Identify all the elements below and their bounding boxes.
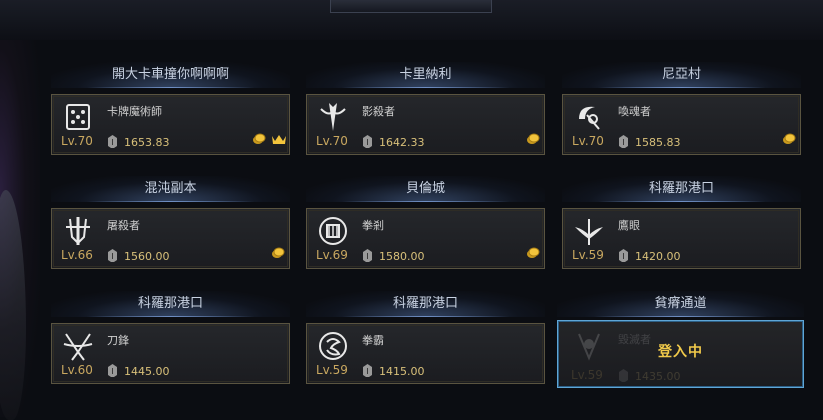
class-name: 刀鋒 — [107, 334, 129, 347]
top-frame — [0, 0, 823, 40]
shadowhunter-emblem-icon — [317, 101, 349, 133]
character-card[interactable]: 屠殺者 Lv.66 1560.00 — [51, 208, 290, 269]
slayer-emblem-icon — [62, 215, 94, 247]
class-name: 拳剎 — [362, 219, 384, 232]
class-name: 影殺者 — [362, 105, 395, 118]
sharpshooter-emblem-icon — [573, 215, 605, 247]
class-name: 喚魂者 — [618, 105, 651, 118]
item-level: 1435.00 — [635, 370, 681, 383]
helmet-icon — [619, 249, 628, 262]
server-header: 貝倫城 — [306, 176, 545, 202]
helmet-icon — [619, 369, 628, 382]
reaper-emblem-icon — [573, 101, 605, 133]
item-level: 1585.83 — [635, 136, 681, 149]
character-card[interactable]: 卡牌魔術師 Lv.70 1653.83 — [51, 94, 290, 155]
logging-in-status: 登入中 — [658, 344, 703, 360]
class-name: 卡牌魔術師 — [107, 105, 162, 118]
character-card[interactable]: 喚魂者 Lv.70 1585.83 — [562, 94, 801, 155]
server-header: 開大卡車撞你啊啊啊 — [51, 62, 290, 88]
character-level: Lv.70 — [61, 134, 93, 148]
item-level: 1560.00 — [124, 250, 170, 263]
character-silhouette — [0, 190, 26, 420]
character-level: Lv.59 — [571, 368, 603, 382]
server-header: 貧瘠通道 — [557, 291, 804, 317]
character-level: Lv.69 — [316, 248, 348, 262]
helmet-icon — [108, 364, 117, 377]
coin-icon — [253, 133, 266, 144]
top-ornament — [330, 0, 492, 13]
character-card[interactable]: 刀鋒 Lv.60 1445.00 — [51, 323, 290, 384]
item-level: 1642.33 — [379, 136, 425, 149]
server-header: 混沌副本 — [51, 176, 290, 202]
server-header: 科羅那港口 — [51, 291, 290, 317]
item-level: 1420.00 — [635, 250, 681, 263]
server-header: 科羅那港口 — [306, 291, 545, 317]
server-header: 尼亞村 — [562, 62, 801, 88]
item-level: 1415.00 — [379, 365, 425, 378]
helmet-icon — [363, 249, 372, 262]
item-level: 1580.00 — [379, 250, 425, 263]
striker-emblem-icon — [317, 215, 349, 247]
helmet-icon — [363, 364, 372, 377]
character-card[interactable]: 影殺者 Lv.70 1642.33 — [306, 94, 545, 155]
character-card[interactable]: 拳霸 Lv.59 1415.00 — [306, 323, 545, 384]
character-level: Lv.70 — [316, 134, 348, 148]
server-header: 科羅那港口 — [562, 176, 801, 202]
coin-icon — [272, 247, 285, 258]
server-header: 卡里納利 — [306, 62, 545, 88]
class-name: 鷹眼 — [618, 219, 640, 232]
character-card-selected[interactable]: 毀滅者 Lv.59 1435.00 登入中 — [557, 320, 804, 388]
left-backdrop — [0, 40, 40, 420]
coin-icon — [783, 133, 796, 144]
character-level: Lv.60 — [61, 363, 93, 377]
card-master-emblem-icon — [62, 101, 94, 133]
helmet-icon — [108, 249, 117, 262]
character-level: Lv.59 — [572, 248, 604, 262]
crown-icon — [272, 135, 286, 144]
character-level: Lv.66 — [61, 248, 93, 262]
deathblade-emblem-icon — [62, 330, 94, 362]
wardancer-emblem-icon — [317, 330, 349, 362]
item-level: 1653.83 — [124, 136, 170, 149]
coin-icon — [527, 133, 540, 144]
character-level: Lv.70 — [572, 134, 604, 148]
character-card[interactable]: 鷹眼 Lv.59 1420.00 — [562, 208, 801, 269]
class-name: 屠殺者 — [107, 219, 140, 232]
helmet-icon — [363, 135, 372, 148]
coin-icon — [527, 247, 540, 258]
helmet-icon — [108, 135, 117, 148]
character-level: Lv.59 — [316, 363, 348, 377]
helmet-icon — [619, 135, 628, 148]
character-card[interactable]: 拳剎 Lv.69 1580.00 — [306, 208, 545, 269]
item-level: 1445.00 — [124, 365, 170, 378]
class-name: 拳霸 — [362, 334, 384, 347]
